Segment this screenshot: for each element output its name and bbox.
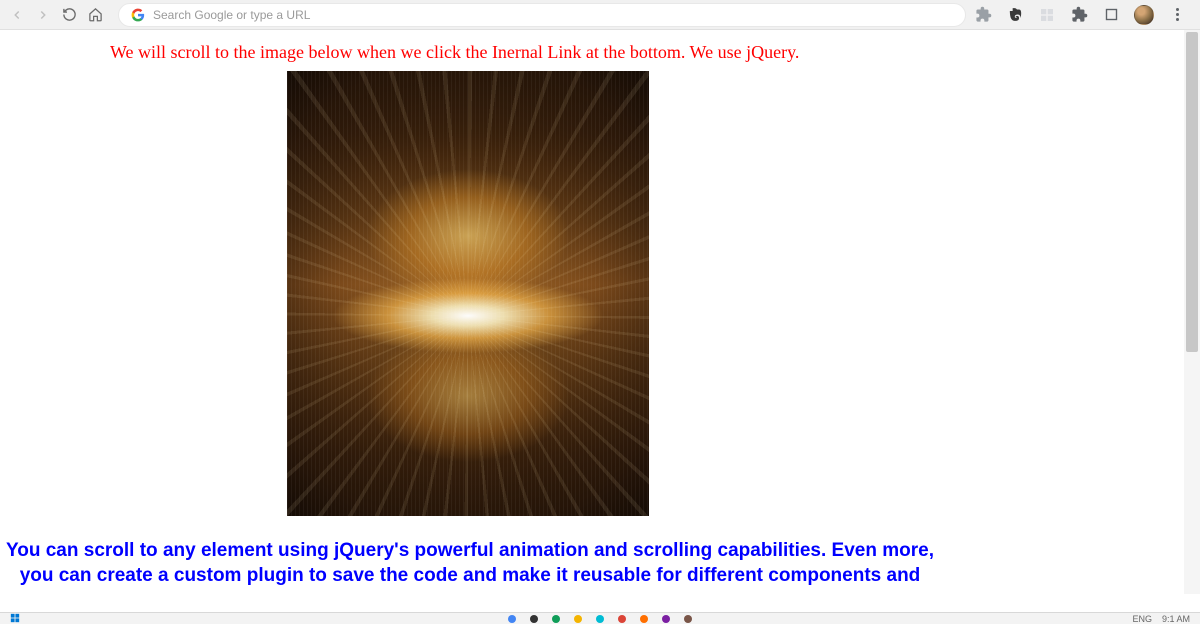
taskbar-left <box>10 613 20 625</box>
taskbar-app-icon[interactable] <box>574 615 582 623</box>
taskbar-time: 9:1 AM <box>1162 614 1190 624</box>
profile-avatar[interactable] <box>1134 5 1154 25</box>
taskbar-app-icon[interactable] <box>552 615 560 623</box>
taskbar-app-icon[interactable] <box>596 615 604 623</box>
taskbar-app-icon[interactable] <box>618 615 626 623</box>
taskbar-app-icon[interactable] <box>530 615 538 623</box>
taskbar-app-icon[interactable] <box>684 615 692 623</box>
taskbar-right: ENG 9:1 AM <box>1132 614 1190 624</box>
home-button[interactable] <box>86 6 104 24</box>
toolbar-right <box>974 5 1192 25</box>
image-wrapper <box>0 71 1200 521</box>
evernote-icon[interactable] <box>1006 6 1024 24</box>
taskbar-app-icon[interactable] <box>640 615 648 623</box>
taskbar-lang[interactable]: ENG <box>1132 614 1152 624</box>
forward-button[interactable] <box>34 6 52 24</box>
taskbar-app-icon[interactable] <box>662 615 670 623</box>
grid-icon[interactable] <box>1038 6 1056 24</box>
kebab-menu-icon[interactable] <box>1168 6 1186 24</box>
address-placeholder: Search Google or type a URL <box>153 8 310 22</box>
heading-text: We will scroll to the image below when w… <box>0 34 1200 71</box>
feature-image <box>287 71 649 516</box>
description-paragraph: You can scroll to any element using jQue… <box>0 521 960 594</box>
address-bar[interactable]: Search Google or type a URL <box>118 3 966 27</box>
browser-toolbar: Search Google or type a URL <box>0 0 1200 30</box>
reload-button[interactable] <box>60 6 78 24</box>
taskbar-app-icon[interactable] <box>508 615 516 623</box>
google-icon <box>131 8 145 22</box>
back-button[interactable] <box>8 6 26 24</box>
page-viewport: We will scroll to the image below when w… <box>0 30 1200 594</box>
extension-icon[interactable] <box>974 6 992 24</box>
taskbar-center <box>508 615 692 623</box>
extensions-puzzle-icon[interactable] <box>1070 6 1088 24</box>
window-icon[interactable] <box>1102 6 1120 24</box>
windows-icon[interactable] <box>10 613 20 623</box>
taskbar: ENG 9:1 AM <box>0 612 1200 624</box>
